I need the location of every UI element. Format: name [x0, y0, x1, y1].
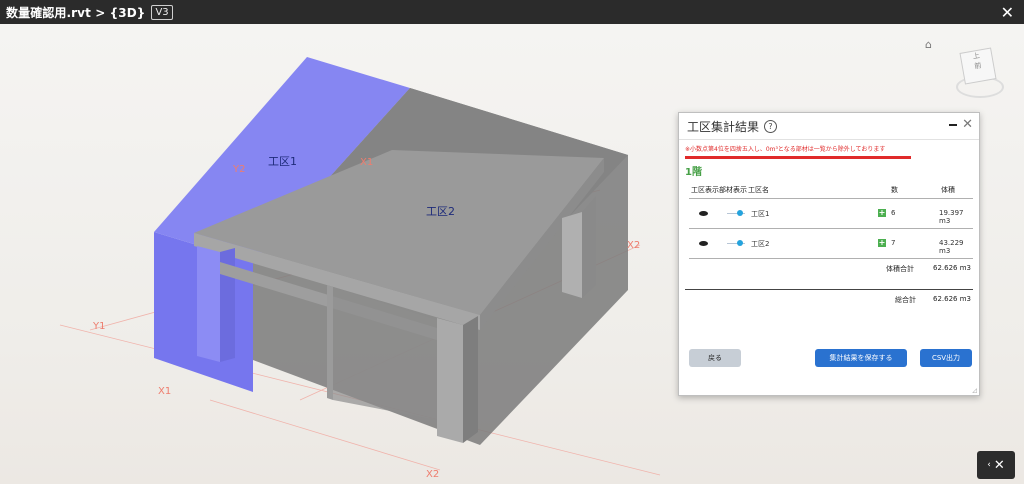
plus-icon[interactable]: +	[878, 239, 886, 247]
zone-name: 工区2	[751, 240, 770, 248]
table-header: 工区表示 部材表示 工区名 数 体積	[679, 182, 979, 198]
panel-close-button[interactable]: ✕	[962, 117, 973, 132]
volume-value: 19.397 m3	[939, 209, 964, 225]
panel-header[interactable]: 工区集計結果 ?	[679, 113, 979, 140]
title-bar: 数量確認用.rvt > {3D} V3 ✕	[0, 0, 1024, 24]
count-value: 7	[891, 239, 896, 247]
panel-title: 工区集計結果	[687, 119, 760, 134]
back-button[interactable]: 戻る	[689, 349, 741, 367]
close-viewer-button[interactable]: ✕	[1001, 3, 1014, 22]
minimize-icon[interactable]	[949, 124, 957, 126]
grid-label-x2-right: X2	[627, 240, 641, 251]
count-value: 6	[891, 209, 896, 217]
chevron-left-icon: ‹	[987, 460, 991, 470]
grand-total: 総合計 62.626 m3	[685, 289, 973, 310]
col-count: 数	[891, 186, 898, 194]
save-results-button[interactable]: 集計結果を保存する	[815, 349, 907, 367]
grid-label-y1: Y1	[93, 321, 106, 332]
column-front-right-side	[463, 316, 478, 443]
grid-label-x1-top: X1	[360, 157, 374, 168]
resize-handle[interactable]: ◿	[972, 387, 977, 394]
zone-summary-panel: 工区集計結果 ? ✕ ※小数点第4位を四捨五入し、0m³となる部材は一覧から除外…	[678, 112, 980, 396]
col-zone-visibility: 工区表示	[691, 186, 719, 194]
grid-label-x1-bottom: X1	[158, 386, 172, 397]
eye-icon[interactable]	[699, 241, 708, 246]
help-icon[interactable]: ?	[764, 119, 778, 133]
member-slider-dot[interactable]	[737, 210, 743, 216]
volume-value: 43.229 m3	[939, 239, 964, 255]
document-title: 数量確認用.rvt > {3D}	[6, 5, 146, 20]
wall-center	[327, 285, 333, 400]
zone-name: 工区1	[751, 210, 770, 218]
volume-subtotal: 体積合計 62.626 m3	[689, 258, 973, 284]
rounding-notice: ※小数点第4位を四捨五入し、0m³となる部材は一覧から除外しております	[685, 146, 886, 153]
plus-icon[interactable]: +	[878, 209, 886, 217]
version-badge: V3	[151, 4, 173, 20]
subtotal-value: 62.626 m3	[933, 264, 971, 272]
csv-export-button[interactable]: CSV出力	[920, 349, 972, 367]
tools-button[interactable]: ‹ ✕	[977, 451, 1015, 479]
zone1-label: 工区1	[268, 155, 297, 168]
col-member-visibility: 部材表示	[719, 186, 747, 194]
viewcube[interactable]: ⌂ 上 前	[925, 38, 1004, 98]
notice-underline	[685, 156, 911, 159]
total-label: 総合計	[895, 296, 916, 304]
column-back-right	[562, 212, 582, 298]
column-front-right	[437, 318, 463, 443]
col-volume: 体積	[941, 186, 955, 194]
viewcube-box[interactable]: 上 前	[959, 47, 997, 85]
table-row: 工区1 + 6 19.397 m3	[689, 198, 973, 228]
column-back-right-side	[582, 196, 596, 298]
col-zone-name: 工区名	[748, 186, 769, 194]
subtotal-label: 体積合計	[886, 265, 914, 273]
zone2-label: 工区2	[426, 205, 455, 218]
total-value: 62.626 m3	[933, 295, 971, 303]
table-row: 工区2 + 7 43.229 m3	[689, 228, 973, 258]
grid-label-x2-bottom: X2	[426, 469, 440, 480]
home-icon[interactable]: ⌂	[925, 38, 932, 51]
floor-label: 1階	[685, 167, 702, 178]
member-slider-dot[interactable]	[737, 240, 743, 246]
tools-icon: ✕	[993, 457, 1005, 473]
eye-icon[interactable]	[699, 211, 708, 216]
column-front-left	[197, 246, 220, 362]
grid-label-y2: Y2	[233, 164, 246, 175]
